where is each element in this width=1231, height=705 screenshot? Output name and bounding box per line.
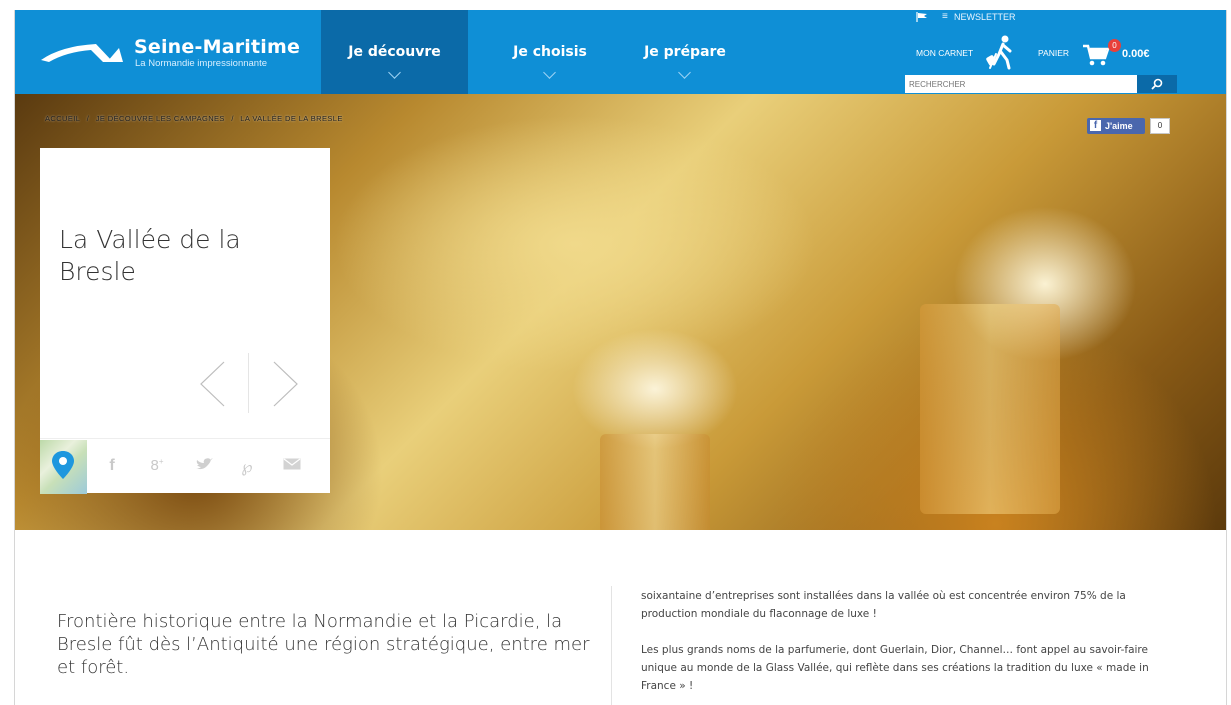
arrow-left-icon[interactable] <box>198 361 228 407</box>
google-plus-icon[interactable]: 8+ <box>144 457 170 474</box>
chevron-down-icon <box>543 66 556 79</box>
logo-title: Seine-Maritime <box>134 36 301 58</box>
logo-subtitle: La Normandie impressionnante <box>135 58 268 69</box>
search-icon <box>1151 78 1163 90</box>
pinterest-icon[interactable]: ℘ <box>236 457 258 476</box>
body-paragraph-2: Les plus grands noms de la parfumerie, d… <box>641 644 1149 692</box>
mail-icon[interactable] <box>280 457 304 475</box>
logo-mark-icon <box>41 44 123 62</box>
breadcrumb-campagnes[interactable]: JE DÉCOUVRE LES CAMPAGNES <box>96 114 225 123</box>
site-logo[interactable]: Seine-Maritime La Normandie impressionna… <box>41 36 301 76</box>
search-input[interactable] <box>905 75 1137 93</box>
facebook-like-count: 0 <box>1150 118 1170 134</box>
chevron-down-icon <box>387 66 401 79</box>
bottle-shape <box>920 304 1060 514</box>
cart-total: 0.00€ <box>1122 48 1150 60</box>
page-title: La Vallée de la Bresle <box>59 225 241 286</box>
twitter-icon[interactable] <box>191 457 217 476</box>
facebook-share-icon[interactable]: f <box>102 457 122 475</box>
hero-image: ACCUEIL / JE DÉCOUVRE LES CAMPAGNES / LA… <box>15 94 1226 530</box>
divider <box>248 353 249 413</box>
chevron-down-icon <box>678 66 691 79</box>
title-card: La Vallée de la Bresle f 8+ ℘ <box>40 148 330 494</box>
facebook-like-button[interactable]: f J'aime <box>1087 118 1145 134</box>
nav-label: Je choisis <box>513 44 587 60</box>
bottle-shape <box>600 434 710 530</box>
site-header: Seine-Maritime La Normandie impressionna… <box>15 10 1226 94</box>
nav-label: Je prépare <box>644 44 726 60</box>
map-button[interactable] <box>40 440 87 494</box>
breadcrumb-home[interactable]: ACCUEIL <box>45 114 80 123</box>
breadcrumb-separator: / <box>231 114 234 123</box>
body-paragraph-1: soixantaine d’entreprises sont installée… <box>641 590 1126 620</box>
search-button[interactable] <box>1137 75 1177 93</box>
newsletter-label: NEWSLETTER <box>954 12 1016 22</box>
cart-icon[interactable] <box>1082 43 1110 67</box>
column-divider <box>611 586 612 705</box>
mon-carnet-label[interactable]: MON CARNET <box>916 48 973 58</box>
hiker-icon[interactable] <box>985 34 1017 70</box>
panier-label[interactable]: PANIER <box>1038 48 1069 58</box>
breadcrumb-current: LA VALLÉE DE LA BRESLE <box>240 114 343 123</box>
nav-je-prepare[interactable]: Je prépare <box>625 10 745 94</box>
breadcrumb: ACCUEIL / JE DÉCOUVRE LES CAMPAGNES / LA… <box>45 114 347 123</box>
slider-controls <box>190 353 310 413</box>
envelope-icon <box>283 458 301 470</box>
arrow-right-icon[interactable] <box>270 361 300 407</box>
flag-icon <box>916 12 927 22</box>
nav-je-decouvre[interactable]: Je découvre <box>321 10 468 94</box>
cart-count-badge: 0 <box>1108 39 1121 52</box>
nav-je-choisis[interactable]: Je choisis <box>490 10 610 94</box>
nav-label: Je découvre <box>348 44 441 60</box>
lead-paragraph: Frontière historique entre la Normandie … <box>57 611 590 678</box>
map-pin-icon <box>52 451 74 479</box>
facebook-icon: f <box>1090 120 1101 131</box>
breadcrumb-separator: / <box>86 114 90 123</box>
menu-icon: ≡ <box>942 11 948 22</box>
facebook-like-label: J'aime <box>1105 121 1133 131</box>
share-bar: f 8+ ℘ <box>40 438 330 494</box>
twitter-bird-icon <box>196 458 213 470</box>
